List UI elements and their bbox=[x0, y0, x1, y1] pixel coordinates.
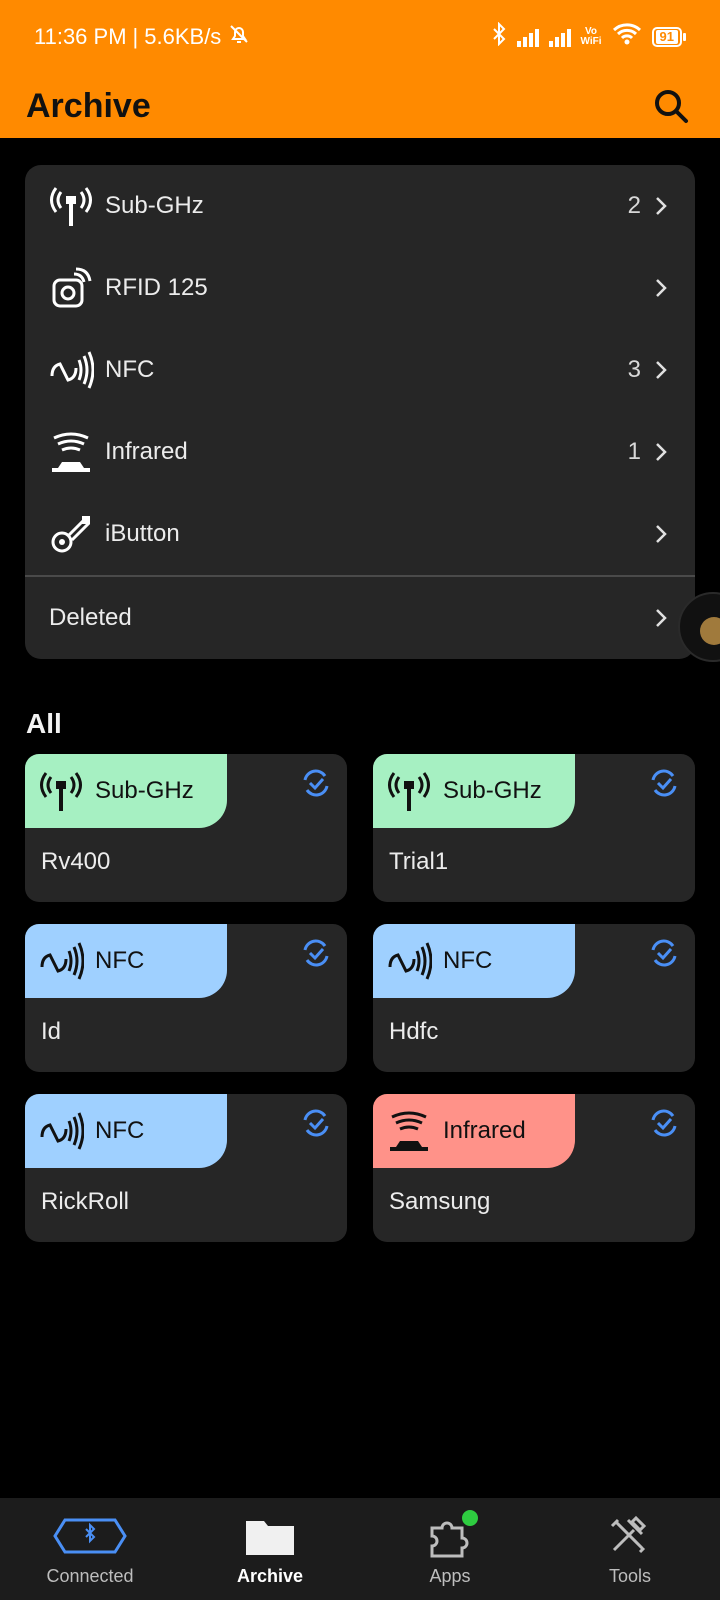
file-type-label: Infrared bbox=[443, 1117, 526, 1144]
file-type-tag: NFC bbox=[373, 924, 575, 998]
category-row-nfc[interactable]: NFC 3 bbox=[25, 329, 695, 411]
file-type-label: NFC bbox=[95, 1117, 145, 1144]
file-card[interactable]: NFC Hdfc bbox=[373, 924, 695, 1072]
file-type-tag: Infrared bbox=[373, 1094, 575, 1168]
deleted-row[interactable]: Deleted bbox=[25, 577, 695, 659]
nav-item-tools[interactable]: Tools bbox=[540, 1498, 720, 1600]
nfc-icon bbox=[37, 939, 85, 983]
nfc-icon bbox=[47, 346, 95, 394]
chevron-right-icon bbox=[651, 359, 671, 381]
puzzle-icon bbox=[426, 1508, 480, 1560]
search-button[interactable] bbox=[648, 83, 694, 129]
file-card[interactable]: Sub-GHz Trial1 bbox=[373, 754, 695, 902]
file-type-label: NFC bbox=[95, 947, 145, 974]
file-card[interactable]: NFC RickRoll bbox=[25, 1094, 347, 1242]
nav-label: Apps bbox=[429, 1566, 471, 1586]
mute-bell-icon bbox=[227, 22, 251, 52]
category-count: 2 bbox=[627, 192, 641, 219]
category-count: 1 bbox=[627, 438, 641, 465]
file-type-tag: NFC bbox=[25, 1094, 227, 1168]
tools-icon bbox=[606, 1512, 654, 1560]
antenna-icon bbox=[385, 769, 433, 813]
page-title: Archive bbox=[26, 86, 151, 125]
category-label: Infrared bbox=[105, 438, 188, 465]
antenna-icon bbox=[37, 769, 85, 813]
synced-icon bbox=[303, 769, 329, 797]
nav-item-apps[interactable]: Apps bbox=[360, 1498, 540, 1600]
file-type-label: Sub-GHz bbox=[443, 777, 542, 804]
nfc-icon bbox=[37, 1109, 85, 1153]
search-icon bbox=[655, 90, 688, 123]
status-separator: | bbox=[132, 24, 139, 49]
infrared-icon bbox=[385, 1109, 433, 1153]
antenna-icon bbox=[47, 182, 95, 230]
status-network-speed: 5.6KB/s bbox=[144, 24, 222, 49]
category-label: iButton bbox=[105, 520, 180, 547]
category-row-rfid[interactable]: RFID 125 bbox=[25, 247, 695, 329]
category-label: Sub-GHz bbox=[105, 192, 204, 219]
synced-icon bbox=[651, 769, 677, 797]
section-title: All bbox=[26, 708, 62, 739]
infrared-icon bbox=[47, 428, 95, 476]
battery-level: 91 bbox=[655, 30, 678, 44]
chevron-right-icon bbox=[651, 277, 671, 299]
folder-icon bbox=[244, 1512, 296, 1560]
file-name: Trial1 bbox=[389, 848, 449, 875]
app-bar: Archive bbox=[0, 74, 720, 138]
synced-icon bbox=[651, 939, 677, 967]
file-card[interactable]: Infrared Samsung bbox=[373, 1094, 695, 1242]
bluetooth-icon bbox=[491, 21, 507, 52]
device-bluetooth-icon bbox=[51, 1512, 129, 1560]
file-name: RickRoll bbox=[41, 1188, 130, 1215]
file-name: Samsung bbox=[389, 1188, 491, 1215]
file-name: Rv400 bbox=[41, 848, 111, 875]
category-row-ibutton[interactable]: iButton bbox=[25, 493, 695, 575]
signal-icon bbox=[516, 27, 539, 47]
wifi-icon bbox=[612, 22, 642, 52]
battery-icon: 91 bbox=[651, 27, 686, 47]
rfid-icon bbox=[47, 264, 95, 312]
nav-label: Connected bbox=[46, 1566, 134, 1586]
chevron-right-icon bbox=[651, 523, 671, 545]
ibutton-icon bbox=[47, 510, 95, 558]
chevron-right-icon bbox=[651, 195, 671, 217]
file-type-label: Sub-GHz bbox=[95, 777, 194, 804]
vowifi-bottom: WiFi bbox=[580, 36, 602, 47]
vowifi-icon: Vo WiFi bbox=[581, 27, 602, 47]
nav-label: Tools bbox=[608, 1566, 652, 1586]
category-row-subghz[interactable]: Sub-GHz 2 bbox=[25, 165, 695, 247]
synced-icon bbox=[651, 1109, 677, 1137]
chevron-right-icon bbox=[651, 441, 671, 463]
synced-icon bbox=[303, 1109, 329, 1137]
notification-dot bbox=[460, 1508, 480, 1528]
file-name: Id bbox=[41, 1018, 62, 1045]
status-bar: 11:36 PM | 5.6KB/s Vo WiFi 91 bbox=[0, 0, 720, 74]
signal-icon bbox=[548, 27, 571, 47]
chevron-right-icon bbox=[651, 607, 671, 629]
file-type-tag: Sub-GHz bbox=[25, 754, 227, 828]
category-list: Sub-GHz 2 RFID 125 NFC 3 Infrared 1 iBut… bbox=[25, 165, 695, 659]
category-count: 3 bbox=[627, 356, 641, 383]
file-name: Hdfc bbox=[389, 1018, 439, 1045]
file-type-tag: NFC bbox=[25, 924, 227, 998]
file-type-tag: Sub-GHz bbox=[373, 754, 575, 828]
nav-item-archive[interactable]: Archive bbox=[180, 1498, 360, 1600]
synced-icon bbox=[303, 939, 329, 967]
category-label: RFID 125 bbox=[105, 274, 208, 301]
category-row-infrared[interactable]: Infrared 1 bbox=[25, 411, 695, 493]
nfc-icon bbox=[385, 939, 433, 983]
file-card[interactable]: NFC Id bbox=[25, 924, 347, 1072]
file-type-label: NFC bbox=[443, 947, 493, 974]
category-label: NFC bbox=[105, 356, 155, 383]
file-card[interactable]: Sub-GHz Rv400 bbox=[25, 754, 347, 902]
deleted-label: Deleted bbox=[49, 604, 132, 631]
nav-label: Archive bbox=[236, 1566, 304, 1586]
status-time: 11:36 PM bbox=[34, 24, 127, 49]
bottom-nav: Connected Archive Apps Tools bbox=[0, 1498, 720, 1600]
nav-item-connected[interactable]: Connected bbox=[0, 1498, 180, 1600]
